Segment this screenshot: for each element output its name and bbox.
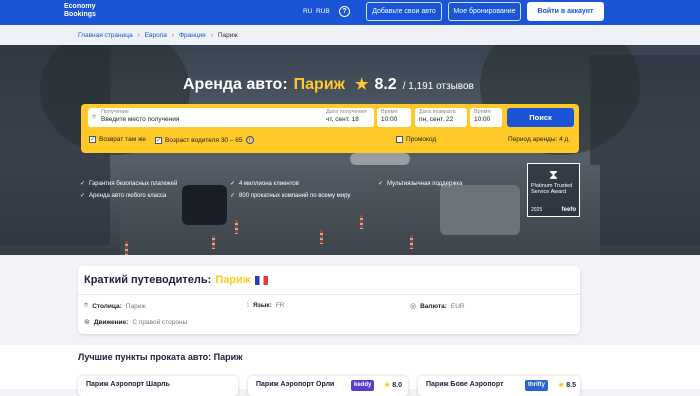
same-return-checkbox[interactable]: ✓ Возврат там же bbox=[89, 136, 146, 143]
checkbox-checked-icon: ✓ bbox=[155, 136, 162, 144]
chevron-right-icon: › bbox=[210, 32, 213, 39]
pickup-label: Получение bbox=[101, 109, 129, 115]
promo-checkbox[interactable]: Промокод bbox=[396, 136, 436, 143]
breadcrumb-europe[interactable]: Европа bbox=[145, 32, 167, 39]
location-name: Париж Аэропорт Шарль bbox=[86, 381, 170, 388]
same-return-label: Возврат там же bbox=[99, 136, 146, 143]
quick-guide-card: Краткий путеводитель: Париж ⌾ Столица: П… bbox=[78, 266, 580, 334]
guide-capital: ⌾ Столица: Париж bbox=[84, 302, 146, 310]
check-icon: ✓ bbox=[378, 181, 384, 187]
pickup-date-label: Дата получения bbox=[326, 109, 367, 115]
rental-period: Период аренды: 4 д. bbox=[508, 136, 570, 143]
feature-item: ✓ 4 миллиона клиентов bbox=[230, 180, 299, 188]
help-icon[interactable]: ? bbox=[339, 6, 350, 17]
promo-label: Промокод bbox=[406, 136, 437, 143]
driver-age-checkbox[interactable]: ✓ Возраст водителя 30 – 65 i bbox=[155, 136, 254, 144]
checkbox-checked-icon: ✓ bbox=[89, 136, 96, 143]
location-card[interactable]: Париж Аэропорт Орли keddy ★ 8.0 bbox=[248, 376, 408, 396]
location-pin-icon: ⌾ bbox=[84, 302, 89, 309]
star-icon: ★ bbox=[558, 382, 565, 389]
currency-icon: ◎ bbox=[410, 303, 417, 310]
chevron-right-icon: › bbox=[171, 32, 175, 39]
driver-age-label: Возраст водителя 30 – 65 bbox=[165, 136, 243, 144]
location-card[interactable]: Париж Аэропорт Шарль bbox=[78, 376, 238, 396]
search-button[interactable]: Поиск bbox=[507, 108, 574, 127]
location-rating: ★ 8.0 bbox=[384, 382, 402, 389]
star-icon: ★ bbox=[384, 382, 391, 389]
title-city: Париж bbox=[293, 76, 345, 93]
guide-language: ⁞ Язык: FR bbox=[247, 302, 285, 309]
supplier-logo: thrifty bbox=[525, 380, 548, 391]
check-icon: ✓ bbox=[230, 193, 236, 199]
return-date-value: пн, сент. 22 bbox=[419, 116, 454, 123]
return-date-label: Дата возврата bbox=[419, 109, 456, 115]
award-year: 2025 bbox=[531, 207, 543, 213]
pickup-date-value: чт, сент. 18 bbox=[326, 116, 359, 123]
breadcrumb-home[interactable]: Главная страница bbox=[78, 32, 133, 39]
info-icon[interactable]: i bbox=[245, 136, 254, 144]
pickup-date-field[interactable]: Дата получения чт, сент. 18 bbox=[322, 108, 374, 127]
logo-line-1: Economy bbox=[64, 3, 96, 10]
logo[interactable]: Economy Bookings bbox=[64, 3, 96, 18]
feature-item: ✓ Мультиязычная поддержка bbox=[378, 180, 463, 188]
reviews-count[interactable]: / 1,191 отзывов bbox=[403, 81, 474, 92]
quick-guide-title: Краткий путеводитель: Париж bbox=[84, 274, 268, 286]
guide-driving: ⊛ Движение: С правой стороны bbox=[84, 318, 188, 327]
return-time-field[interactable]: Время 10:00 bbox=[470, 108, 502, 127]
pickup-time-field[interactable]: Время 10:00 bbox=[377, 108, 411, 127]
top-bar: Economy Bookings RU RUB ? Добавьте свои … bbox=[0, 0, 700, 25]
login-button[interactable]: Войти в аккаунт bbox=[527, 2, 604, 21]
return-date-field[interactable]: Дата возврата пн, сент. 22 bbox=[415, 108, 467, 127]
steering-wheel-icon: ⊛ bbox=[84, 319, 90, 326]
star-icon: ★ bbox=[355, 76, 369, 93]
language-label: RU bbox=[303, 8, 313, 15]
pickup-input[interactable]: Введите место получения bbox=[101, 116, 322, 123]
check-icon: ✓ bbox=[80, 181, 86, 187]
rating-value: 8.2 bbox=[374, 76, 397, 93]
pickup-time-value: 10:00 bbox=[381, 116, 398, 123]
supplier-logo: keddy bbox=[351, 380, 375, 391]
pickup-time-label: Время bbox=[381, 109, 398, 115]
title-prefix: Аренда авто: bbox=[183, 76, 288, 93]
award-trophy-icon: ⧗ bbox=[548, 167, 559, 182]
location-rating: ★ 8.5 bbox=[558, 382, 576, 389]
breadcrumb-current: Париж bbox=[217, 32, 238, 39]
breadcrumb: Главная страница › Европа › Франция › Па… bbox=[0, 25, 700, 45]
checkbox-empty-icon bbox=[396, 136, 403, 143]
currency-label: RUB bbox=[316, 8, 330, 15]
best-locations-title: Лучшие пункты проката авто: Париж bbox=[78, 352, 243, 362]
location-name: Париж Аэропорт Орли bbox=[256, 381, 335, 388]
return-time-label: Время bbox=[474, 109, 491, 115]
location-card[interactable]: Париж Бове Аэропорт thrifty ★ 8.5 bbox=[418, 376, 580, 396]
logo-line-2: Bookings bbox=[64, 10, 96, 18]
check-icon: ✓ bbox=[80, 193, 86, 199]
france-flag-icon bbox=[254, 275, 268, 285]
feature-item: ✓ Гарантия безопасных платежей bbox=[80, 180, 178, 188]
award-text: Platinum Trusted Service Award bbox=[531, 183, 573, 195]
feefo-award-badge[interactable]: ⧗ Platinum Trusted Service Award 2025 fe… bbox=[527, 163, 580, 217]
feature-item: ✓ 800 прокатных компаний по всему миру bbox=[230, 192, 351, 200]
return-time-value: 10:00 bbox=[474, 116, 491, 123]
language-currency-selector[interactable]: RU RUB bbox=[303, 8, 330, 15]
pickup-location-field[interactable]: ⌾ Получение Введите место получения bbox=[88, 108, 326, 127]
page-title: Аренда авто: Париж ★ 8.2 / 1,191 отзывов bbox=[183, 75, 474, 94]
feefo-logo: feefo bbox=[561, 207, 576, 213]
search-panel: ⌾ Получение Введите место получения Дата… bbox=[81, 104, 579, 153]
rental-period-text: Период аренды: 4 д. bbox=[508, 136, 571, 143]
my-booking-button[interactable]: Мое бронирование bbox=[448, 2, 521, 21]
breadcrumb-france[interactable]: Франция bbox=[179, 32, 206, 39]
location-name: Париж Бове Аэропорт bbox=[426, 381, 504, 388]
add-car-button[interactable]: Добавьте свои авто bbox=[366, 2, 442, 21]
check-icon: ✓ bbox=[230, 181, 236, 187]
location-pin-icon: ⌾ bbox=[92, 114, 97, 121]
guide-currency: ◎ Валюта: EUR bbox=[410, 302, 465, 311]
feature-item: ✓ Аренда авто любого класса bbox=[80, 192, 167, 200]
translate-icon: ⁞ bbox=[247, 302, 249, 309]
chevron-right-icon: › bbox=[137, 32, 140, 39]
